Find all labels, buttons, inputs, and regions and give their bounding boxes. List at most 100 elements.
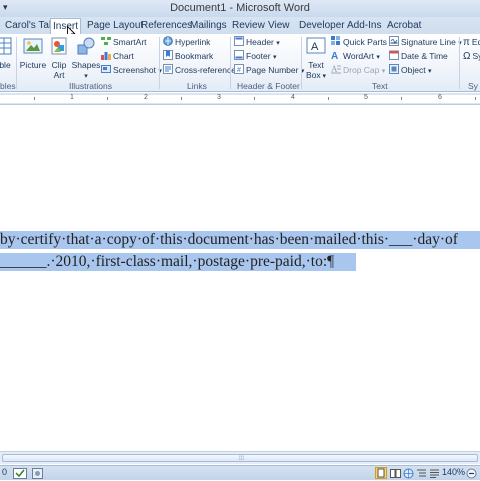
tab-acrobat[interactable]: Acrobat <box>385 18 423 34</box>
tab-add-ins[interactable]: Add-Ins <box>345 18 383 34</box>
horizontal-ruler[interactable]: 1 2 3 4 5 6 <box>0 93 480 105</box>
print-layout-icon <box>377 468 385 478</box>
ruler-number: 1 <box>70 94 74 101</box>
clip-art-icon <box>51 37 67 55</box>
text-box-button[interactable]: A Text Box ▾ <box>304 36 328 82</box>
chart-label: Chart <box>113 51 134 61</box>
drop-cap-button[interactable]: A Drop Cap ▾ <box>331 64 385 77</box>
chart-icon <box>101 52 111 60</box>
cross-reference-button[interactable]: Cross-reference <box>163 64 236 77</box>
tab-page-layout[interactable]: Page Layout <box>85 18 145 34</box>
date-time-button[interactable]: Date & Time <box>389 50 448 63</box>
outline-view-icon[interactable] <box>416 468 427 479</box>
picture-icon <box>23 38 43 54</box>
footer-button[interactable]: Footer ▾ <box>234 50 276 63</box>
scrollbar-thumb[interactable]: ⁞⁞⁞ <box>2 454 478 462</box>
object-button[interactable]: Object ▾ <box>389 64 431 77</box>
window-title: Document1 - Microsoft Word <box>170 2 310 14</box>
smartart-label: SmartArt <box>113 37 147 47</box>
screenshot-label: Screenshot <box>113 65 156 75</box>
header-footer-group-label: Header & Footer <box>237 81 300 91</box>
full-screen-reading-icon[interactable] <box>390 468 401 479</box>
hyperlink-button[interactable]: Hyperlink <box>163 36 210 49</box>
equation-button[interactable]: π Eq <box>463 36 480 49</box>
wordart-button[interactable]: A WordArt ▾ <box>331 50 380 63</box>
ruler-tick <box>328 97 329 100</box>
smartart-icon <box>101 37 111 45</box>
signature-line-label: Signature Line <box>401 37 456 47</box>
web-layout-icon[interactable] <box>403 468 414 479</box>
text-box-dropdown-icon: ▾ <box>320 73 327 80</box>
signature-line-button[interactable]: Signature Line ▾ <box>389 36 462 49</box>
header-button[interactable]: Header ▾ <box>234 36 280 49</box>
tab-insert[interactable]: Insert <box>50 18 82 34</box>
date-time-label: Date & Time <box>401 51 448 61</box>
tab-mailings[interactable]: Mailings <box>188 18 229 34</box>
tab-developer[interactable]: Developer <box>297 18 347 34</box>
chart-button[interactable]: Chart <box>101 50 134 63</box>
text-box-icon: A <box>306 37 326 54</box>
header-label: Header <box>246 37 274 47</box>
cross-reference-label: Cross-reference <box>175 65 236 75</box>
tab-carols-tab[interactable]: Carol's Tab <box>3 18 57 34</box>
wordart-icon: A <box>331 51 338 60</box>
draft-view-icon[interactable] <box>429 468 440 479</box>
svg-text:A: A <box>331 51 338 60</box>
text-box-label-2: Box <box>305 70 321 80</box>
ruler-number: 3 <box>217 94 221 101</box>
quick-parts-button[interactable]: Quick Parts ▾ <box>331 36 393 49</box>
quick-parts-icon <box>331 36 340 45</box>
clip-art-button[interactable]: Clip Art <box>48 36 70 80</box>
tab-review[interactable]: Review <box>230 18 267 34</box>
picture-label: Picture <box>19 60 47 70</box>
cross-reference-icon <box>163 64 173 74</box>
ruler-number: 4 <box>291 94 295 101</box>
footer-label: Footer <box>246 51 271 61</box>
picture-button[interactable]: Picture <box>19 36 47 70</box>
links-group-label: Links <box>187 81 207 91</box>
horizontal-scrollbar[interactable]: ⁞⁞⁞ <box>0 451 480 464</box>
macro-record-icon[interactable] <box>32 468 43 479</box>
selected-text-line-2[interactable]: ______.·2010,·first-class·mail,·postage·… <box>0 253 356 271</box>
page-number-button[interactable]: # Page Number ▾ <box>234 64 304 77</box>
symbol-label: Sy <box>472 51 480 61</box>
selected-text-line-1[interactable]: by·certify·that·a·copy·of·this·document·… <box>0 231 480 249</box>
group-separator <box>459 37 460 89</box>
drop-cap-icon: A <box>331 64 341 74</box>
header-icon <box>234 36 244 46</box>
bookmark-label: Bookmark <box>175 51 214 61</box>
proofing-check-icon[interactable] <box>13 468 27 479</box>
bookmark-icon <box>163 50 173 60</box>
page-number-label: Page Number <box>246 65 299 75</box>
zoom-out-icon[interactable] <box>466 468 477 479</box>
smartart-button[interactable]: SmartArt <box>101 36 147 49</box>
ribbon: ble bles Picture Clip Art Shapes ▾ Smart… <box>0 34 480 92</box>
svg-text:A: A <box>311 41 319 53</box>
text-box-label-1: Text <box>308 60 324 70</box>
print-layout-view-button[interactable] <box>375 467 387 479</box>
ruler-number: 5 <box>364 94 368 101</box>
equation-label: Eq <box>471 37 480 47</box>
illustrations-group-label: Illustrations <box>69 81 112 91</box>
screenshot-button[interactable]: Screenshot ▾ <box>101 64 162 77</box>
tab-view[interactable]: View <box>266 18 292 34</box>
table-button[interactable]: ble <box>0 36 14 70</box>
drop-cap-dropdown-icon: ▾ <box>381 68 386 75</box>
symbol-button[interactable]: ΩSy <box>463 50 480 63</box>
document-page[interactable]: by·certify·that·a·copy·of·this·document·… <box>0 106 480 451</box>
footer-icon <box>234 50 244 60</box>
ruler-number: 2 <box>144 94 148 101</box>
page-number-icon: # <box>234 64 244 74</box>
shapes-button[interactable]: Shapes ▾ <box>71 36 101 82</box>
svg-text:#: # <box>237 67 241 74</box>
tab-references[interactable]: References <box>139 18 194 34</box>
group-separator <box>16 37 17 89</box>
hyperlink-label: Hyperlink <box>175 37 211 47</box>
ruler-tick <box>475 97 476 100</box>
footer-dropdown-icon: ▾ <box>272 54 277 61</box>
bookmark-button[interactable]: Bookmark <box>163 50 213 63</box>
page-indicator[interactable]: 0 <box>2 467 7 477</box>
ruler-tick <box>401 97 402 100</box>
hyperlink-icon <box>163 36 173 46</box>
zoom-level[interactable]: 140% <box>442 467 465 477</box>
